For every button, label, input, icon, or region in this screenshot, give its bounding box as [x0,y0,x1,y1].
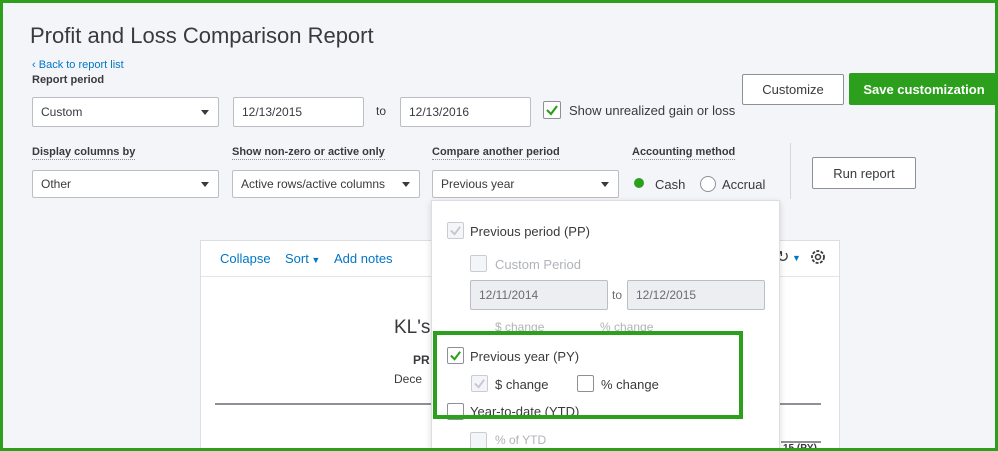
pp-start-date-value: 12/11/2014 [479,288,539,302]
pp-end-date-value: 12/12/2015 [636,288,697,302]
accounting-method-label: Accounting method [632,146,736,160]
page-title: Profit and Loss Comparison Report [30,23,374,48]
chevron-down-icon [402,182,410,187]
back-to-report-list-link[interactable]: ‹ Back to report list [32,59,124,71]
previous-period-label: Previous period (PP) [470,224,590,239]
end-date-value: 12/13/2016 [409,105,470,119]
start-date-value: 12/13/2015 [242,105,303,119]
add-notes-link[interactable]: Add notes [334,251,393,266]
compare-period-label: Compare another period [432,146,560,160]
previous-period-checkbox[interactable] [447,222,464,239]
report-subtitle: PR [413,353,430,367]
highlight-box [433,331,743,419]
pct-of-ytd-checkbox[interactable] [470,432,487,448]
custom-period-checkbox[interactable] [470,255,487,272]
report-period-select[interactable]: Custom [32,97,219,127]
cash-label: Cash [655,177,686,192]
report-period-value: Custom [41,105,83,119]
compare-period-value: Previous year [441,177,515,191]
accrual-radio[interactable] [700,176,716,192]
column-header: 15 (PY) [783,443,817,451]
gear-icon[interactable] [808,247,828,272]
report-date-range: Dece [394,372,423,386]
unrealized-gain-checkbox[interactable] [543,101,561,119]
accrual-label: Accrual [722,177,766,192]
display-columns-value: Other [41,177,72,191]
customize-button[interactable]: Customize [742,74,844,105]
company-name: KL's [394,317,431,338]
chevron-down-icon [201,182,209,187]
end-date-input[interactable]: 12/13/2016 [400,97,531,127]
caret-down-icon[interactable]: ▼ [792,253,801,263]
app-frame: Profit and Loss Comparison Report ‹ Back… [0,0,998,451]
start-date-input[interactable]: 12/13/2015 [233,97,364,127]
display-columns-label: Display columns by [32,146,136,160]
sort-label: Sort [285,251,309,266]
chevron-down-icon [601,182,609,187]
caret-down-icon: ▼ [308,255,321,265]
run-report-button[interactable]: Run report [812,157,916,189]
nonzero-label: Show non-zero or active only [232,146,385,160]
collapse-link[interactable]: Collapse [220,251,271,266]
cash-radio[interactable] [634,178,644,188]
unrealized-gain-label: Show unrealized gain or loss [569,103,736,118]
divider [790,143,791,199]
custom-period-label: Custom Period [495,257,581,272]
check-icon [546,105,558,116]
sort-menu[interactable]: Sort ▼ [285,251,320,266]
nonzero-select[interactable]: Active rows/active columns [232,170,420,198]
check-icon [450,226,461,236]
date-range-separator: to [376,104,387,118]
chevron-left-icon: ‹ [32,59,39,71]
chevron-down-icon [201,110,209,115]
pp-end-date-input[interactable]: 12/12/2015 [627,280,765,310]
save-customization-button[interactable]: Save customization [849,73,995,105]
pct-of-ytd-label: % of YTD [495,433,547,447]
nonzero-value: Active rows/active columns [241,177,386,191]
report-period-label: Report period [32,74,105,86]
pp-start-date-input[interactable]: 12/11/2014 [470,280,608,310]
pp-date-separator: to [612,288,623,302]
display-columns-select[interactable]: Other [32,170,219,198]
compare-period-select[interactable]: Previous year [432,170,619,198]
back-link-label: Back to report list [38,59,124,71]
